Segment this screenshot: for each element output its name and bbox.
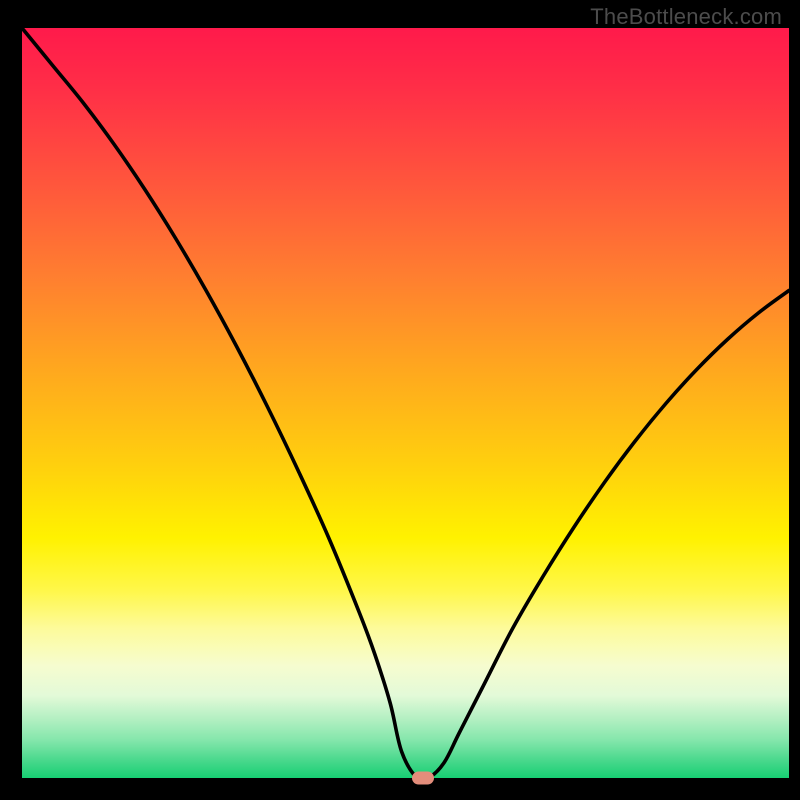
watermark-text: TheBottleneck.com — [590, 4, 782, 30]
bottleneck-curve — [22, 28, 789, 778]
curve-layer — [22, 28, 789, 778]
optimal-point-marker — [412, 772, 434, 785]
chart-frame: TheBottleneck.com — [0, 0, 800, 800]
plot-area — [22, 28, 789, 778]
